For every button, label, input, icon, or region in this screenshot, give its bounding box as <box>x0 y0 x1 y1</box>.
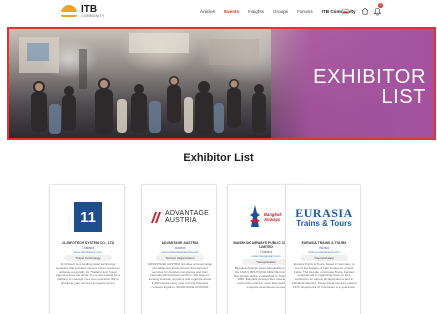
exhibitor-description: 11 Infotech is a leading travel technolo… <box>55 262 121 285</box>
advantage-logo-line1: ADVANTAGE <box>165 210 209 217</box>
exhibitor-logo: ADVANTAGE AUSTRIA <box>148 193 212 241</box>
menu-item-articles[interactable]: Articles <box>200 9 215 14</box>
eurasia-logo-line2: Trains & Tours <box>296 218 352 228</box>
exhibitor-name[interactable]: ADVANTAGE AUSTRIA <box>144 241 216 245</box>
exhibitor-name[interactable]: 11-INFOTECH SYSTEM CO., LTD <box>52 241 124 245</box>
menu-item-forums[interactable]: Forums <box>297 9 313 14</box>
exhibitor-website-link[interactable]: www.11infotech.com <box>52 250 124 254</box>
logo-sun-icon <box>60 4 78 18</box>
exhibitor-description: ADVANTAGE AUSTRIA provides a broad range… <box>147 262 213 289</box>
language-chevron-icon[interactable]: ▾ <box>351 8 353 13</box>
exhibitor-card[interactable]: ADVANTAGE AUSTRIA ADVANTAGE AUSTRIA Aust… <box>141 184 217 314</box>
eurasia-logo-line1: EURASIA <box>295 205 353 220</box>
exhibitor-card[interactable]: EURASIA Trains & Tours EURASIA TRAINS & … <box>285 184 361 314</box>
itb-logo[interactable]: ITB COMMUNITY <box>60 4 104 18</box>
exhibitor-category-tag: Transportation <box>300 255 348 261</box>
hero-title-line2: LIST <box>381 86 426 108</box>
exhibitor-grid: 11 11-INFOTECH SYSTEM CO., LTD Thailand … <box>49 184 409 314</box>
home-icon[interactable] <box>361 7 369 15</box>
menu-item-events[interactable]: Events <box>224 9 239 14</box>
logo-text: ITB <box>81 3 98 15</box>
exhibitor-card[interactable]: 11 11-INFOTECH SYSTEM CO., LTD Thailand … <box>49 184 125 314</box>
bangkok-airways-tower-icon <box>250 205 260 227</box>
hero-title: EXHIBITOR LIST <box>313 67 426 107</box>
menu-item-groups[interactable]: Groups <box>273 9 288 14</box>
top-nav: ITB COMMUNITY Articles Events Insights G… <box>0 0 437 26</box>
exhibitor-website-link[interactable]: www.eurasiatrains.com <box>288 250 360 254</box>
menu-item-insights[interactable]: Insights <box>248 9 264 14</box>
language-flag-icon[interactable] <box>342 9 349 14</box>
hero-banner: EXHIBITOR LIST <box>7 27 436 140</box>
infotech-logo-mark: 11 <box>74 202 102 232</box>
exhibitor-category-tag: Tourism Organization <box>156 255 204 261</box>
hero-title-line1: EXHIBITOR <box>313 66 426 88</box>
exhibitor-logo: 11 <box>56 193 120 241</box>
bangkok-airways-logo-text: Bangkok Airways <box>264 212 282 222</box>
notification-badge: 2 <box>378 3 383 8</box>
exhibitor-description: Eurasia Trains & Tours, based in Germany… <box>291 262 357 289</box>
exhibitor-website-link[interactable]: www.advantageaustria.org <box>144 250 216 254</box>
logo-subtext: COMMUNITY <box>81 13 105 18</box>
exhibitor-category-tag: Transportation <box>242 259 290 265</box>
exhibitor-name[interactable]: EURASIA TRAINS & TOURS <box>288 241 360 245</box>
advantage-austria-mark-icon <box>151 211 162 223</box>
exhibitor-logo: EURASIA Trains & Tours <box>292 193 356 241</box>
page-title: Exhibitor List <box>183 152 254 164</box>
exhibitor-category-tag: Travel Technology <box>64 255 112 261</box>
main-menu: Articles Events Insights Groups Forums I… <box>200 9 356 14</box>
advantage-logo-line2: AUSTRIA <box>165 217 197 224</box>
